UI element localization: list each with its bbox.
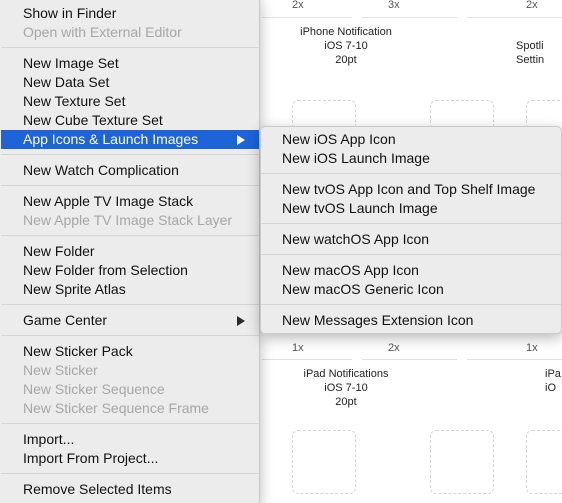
divider	[362, 359, 457, 360]
scale-label: 3x	[388, 0, 400, 11]
menu-separator	[1, 235, 259, 236]
submenu-arrow-icon	[237, 316, 245, 326]
menu-item-import[interactable]: Import...	[1, 430, 259, 449]
divider	[467, 359, 562, 360]
menu-item-game-center[interactable]: Game Center	[1, 311, 259, 330]
asset-catalog-editor: 2x 3x 2x iPhone Notification iOS 7-10 20…	[0, 0, 562, 503]
menu-item-remove-selected-items[interactable]: Remove Selected Items	[1, 480, 259, 499]
submenu-item-new-macos-app-icon[interactable]: New macOS App Icon	[261, 261, 561, 280]
menu-item-new-image-set[interactable]: New Image Set	[1, 54, 259, 73]
divider	[467, 17, 562, 18]
menu-separator	[1, 335, 259, 336]
icon-drop-slot[interactable]	[430, 430, 494, 494]
submenu-item-new-macos-generic-icon[interactable]: New macOS Generic Icon	[261, 280, 561, 299]
icon-slot-caption: iPa iO	[545, 368, 561, 394]
context-menu: Show in Finder Open with External Editor…	[0, 0, 260, 503]
menu-item-new-apple-tv-image-stack-layer: New Apple TV Image Stack Layer	[23, 212, 233, 228]
submenu-item-new-tvos-launch-image[interactable]: New tvOS Launch Image	[261, 199, 561, 218]
submenu-item-new-tvos-app-icon[interactable]: New tvOS App Icon and Top Shelf Image	[261, 180, 561, 199]
menu-item-new-folder[interactable]: New Folder	[1, 242, 259, 261]
submenu-item-new-ios-app-icon[interactable]: New iOS App Icon	[261, 130, 561, 149]
menu-item-new-watch-complication[interactable]: New Watch Complication	[1, 161, 259, 180]
icon-drop-slot[interactable]	[292, 430, 356, 494]
menu-separator	[261, 254, 561, 255]
icon-drop-slot[interactable]	[526, 430, 562, 494]
menu-separator	[261, 223, 561, 224]
menu-item-new-folder-from-selection[interactable]: New Folder from Selection	[1, 261, 259, 280]
menu-item-new-data-set[interactable]: New Data Set	[1, 73, 259, 92]
scale-label: 2x	[388, 342, 400, 354]
scale-label: 1x	[292, 342, 304, 354]
submenu-item-new-ios-launch-image[interactable]: New iOS Launch Image	[261, 149, 561, 168]
scale-label: 2x	[526, 0, 538, 11]
icon-slot-caption: iPad Notifications iOS 7-10 20pt	[303, 368, 389, 408]
menu-item-import-from-project[interactable]: Import From Project...	[1, 449, 259, 468]
icon-slot-caption: iPhone Notification iOS 7-10 20pt	[300, 26, 392, 66]
menu-item-new-sticker: New Sticker	[23, 362, 98, 378]
menu-separator	[1, 47, 259, 48]
menu-separator	[1, 473, 259, 474]
menu-separator	[261, 173, 561, 174]
icon-slot-caption: Spotli Settin	[516, 40, 545, 66]
menu-item-app-icons-launch-images[interactable]: App Icons & Launch Images	[1, 130, 259, 149]
divider	[262, 359, 352, 360]
menu-item-new-cube-texture-set[interactable]: New Cube Texture Set	[1, 111, 259, 130]
submenu-arrow-icon	[237, 135, 245, 145]
menu-item-new-sticker-pack[interactable]: New Sticker Pack	[1, 342, 259, 361]
menu-item-show-in-finder[interactable]: Show in Finder	[1, 4, 259, 23]
divider	[362, 17, 457, 18]
menu-separator	[1, 423, 259, 424]
menu-item-new-sprite-atlas[interactable]: New Sprite Atlas	[1, 280, 259, 299]
menu-item-new-texture-set[interactable]: New Texture Set	[1, 92, 259, 111]
scale-label: 2x	[292, 0, 304, 11]
menu-separator	[1, 304, 259, 305]
app-icons-submenu: New iOS App Icon New iOS Launch Image Ne…	[260, 126, 562, 334]
menu-item-open-with-external-editor: Open with External Editor	[23, 24, 182, 40]
menu-separator	[1, 154, 259, 155]
scale-label: 1x	[526, 342, 538, 354]
menu-item-new-apple-tv-image-stack[interactable]: New Apple TV Image Stack	[1, 192, 259, 211]
menu-item-new-sticker-sequence-frame: New Sticker Sequence Frame	[23, 400, 209, 416]
menu-separator	[1, 185, 259, 186]
menu-item-new-sticker-sequence: New Sticker Sequence	[23, 381, 165, 397]
submenu-item-new-watchos-app-icon[interactable]: New watchOS App Icon	[261, 230, 561, 249]
menu-separator	[261, 304, 561, 305]
divider	[262, 17, 352, 18]
submenu-item-new-messages-extension-icon[interactable]: New Messages Extension Icon	[261, 311, 561, 330]
